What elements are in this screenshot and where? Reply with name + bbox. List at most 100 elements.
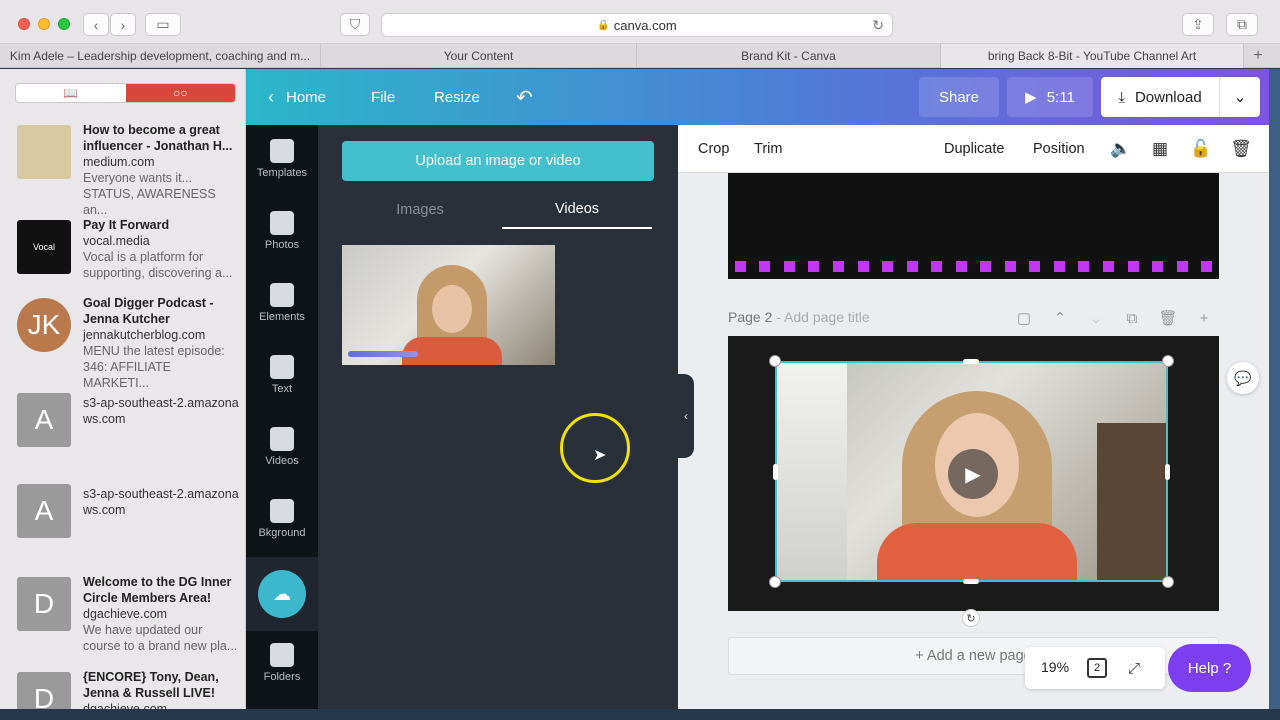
uploaded-video-thumbnail[interactable] [342, 245, 555, 365]
window-minimize-button[interactable] [38, 18, 50, 30]
help-button[interactable]: Help ? [1168, 644, 1251, 692]
resize-handle-left[interactable] [773, 464, 778, 480]
resize-handle-right[interactable] [1165, 464, 1170, 480]
home-button[interactable]: ‹ Home [268, 69, 326, 125]
download-label: Download [1134, 88, 1202, 106]
video-subject-face [432, 285, 472, 333]
back-button[interactable]: ‹ [83, 13, 109, 36]
rail-uploads[interactable]: ☁ [258, 570, 306, 618]
zoom-level[interactable]: 19% [1041, 659, 1069, 675]
resize-handle-bottom-left[interactable] [769, 576, 781, 588]
chevron-left-icon: ‹ [268, 86, 274, 107]
reading-list-item[interactable]: D Welcome to the DG Inner Circle Members… [17, 575, 242, 661]
video-play-button[interactable]: ▶ [948, 449, 998, 499]
collapse-panel-button[interactable]: ‹ [678, 374, 694, 458]
chevron-left-icon: ‹ [93, 16, 99, 33]
item-description: Everyone wants it... STATUS, AWARENESS a… [83, 171, 216, 217]
window-close-button[interactable] [18, 18, 30, 30]
letter-thumbnail: A [17, 393, 71, 447]
tab-videos[interactable]: Videos [502, 191, 652, 229]
tab-brand-kit[interactable]: Brand Kit - Canva [637, 44, 941, 68]
item-description: We have updated our course to a brand ne… [83, 623, 238, 653]
tab-images[interactable]: Images [345, 191, 495, 229]
bookmarks-segment[interactable]: 📖 [16, 84, 126, 102]
privacy-report-button[interactable]: ⛉ [340, 13, 370, 36]
download-button[interactable]: ⤓ Download [1101, 77, 1220, 117]
page-title-input[interactable]: - Add page title [772, 309, 869, 325]
folders-icon [270, 643, 294, 667]
video-window-bg [777, 363, 847, 580]
fullscreen-icon[interactable]: ⤢ [1123, 657, 1145, 679]
window-maximize-button[interactable] [58, 18, 70, 30]
resize-handle-bottom-right[interactable] [1162, 576, 1174, 588]
crop-button[interactable]: Crop [698, 125, 729, 173]
page-2-canvas[interactable]: ▶ [728, 336, 1219, 611]
volume-icon[interactable]: 🔈 [1109, 137, 1133, 161]
share-page-button[interactable]: ⇪ [1182, 13, 1214, 36]
undo-button[interactable]: ↶ [516, 69, 533, 125]
resize-handle-top-right[interactable] [1162, 355, 1174, 367]
sidebar-toggle-button[interactable]: ▭ [145, 13, 181, 36]
element-toolbar: Crop Trim Duplicate Position 🔈 ▦ 🔓 🗑 [678, 125, 1269, 173]
rail-templates[interactable]: Templates [246, 125, 318, 197]
home-label: Home [286, 88, 327, 106]
reading-list-item[interactable]: D {ENCORE} Tony, Dean, Jenna & Russell L… [17, 670, 242, 709]
forward-button[interactable]: › [110, 13, 136, 36]
rail-photos[interactable]: Photos [246, 197, 318, 269]
rail-videos[interactable]: Videos [246, 413, 318, 485]
new-tab-button[interactable]: + [1244, 44, 1272, 67]
duplicate-page-icon[interactable]: ⧉ [1123, 309, 1141, 327]
reading-list-segment[interactable]: ○○ [125, 84, 235, 102]
duplicate-button[interactable]: Duplicate [944, 125, 1004, 173]
resize-handle-bottom[interactable] [963, 579, 979, 584]
resize-handle-top-left[interactable] [769, 355, 781, 367]
tabs-icon: ⧉ [1237, 16, 1247, 32]
position-button[interactable]: Position [1033, 125, 1085, 173]
resize-button[interactable]: Resize [434, 69, 480, 125]
move-up-icon[interactable]: ⌃ [1051, 309, 1069, 327]
reload-icon[interactable]: ↻ [872, 17, 884, 34]
selected-video-element[interactable]: ▶ [775, 361, 1168, 582]
reading-list-item[interactable]: A s3-ap-southeast-2.amazonaws.com [17, 484, 242, 568]
add-comment-icon[interactable]: 💬 [1227, 362, 1259, 394]
add-page-icon[interactable]: + [1195, 309, 1213, 327]
letter-thumbnail: A [17, 484, 71, 538]
resize-handle-top[interactable] [963, 359, 979, 364]
lock-icon[interactable]: 🔓 [1189, 137, 1213, 161]
file-menu-button[interactable]: File [371, 69, 395, 125]
item-title: How to become a great influencer - Jonat… [83, 123, 233, 153]
item-source: s3-ap-southeast-2.amazonaws.com [83, 396, 239, 426]
book-icon: 📖 [63, 86, 79, 100]
page-number: Page 2 [728, 309, 773, 325]
reading-list-item[interactable]: How to become a great influencer - Jonat… [17, 123, 242, 217]
avatar: JK [17, 298, 71, 352]
rail-text[interactable]: Text [246, 341, 318, 413]
rotate-handle-icon[interactable]: ↻ [962, 609, 980, 627]
page-1-canvas[interactable] [728, 173, 1219, 279]
item-title: Pay It Forward [83, 218, 170, 232]
lock-icon: 🔒 [597, 19, 610, 31]
notes-icon[interactable]: ▢ [1015, 309, 1033, 327]
move-down-icon[interactable]: ⌄ [1087, 309, 1105, 327]
delete-page-icon[interactable]: 🗑 [1158, 309, 1177, 327]
upload-media-button[interactable]: Upload an image or video [342, 141, 654, 181]
tab-your-content[interactable]: Your Content [321, 44, 637, 68]
reading-list-item[interactable]: Vocal Pay It Forward vocal.media Vocal i… [17, 218, 242, 304]
tab-bring-back-8bit[interactable]: bring Back 8-Bit - YouTube Channel Art [941, 44, 1244, 68]
trash-icon[interactable]: 🗑 [1229, 137, 1253, 161]
present-button[interactable]: ▶ 5:11 [1007, 77, 1093, 117]
reading-list-item[interactable]: A s3-ap-southeast-2.amazonaws.com [17, 393, 242, 477]
reading-list-item[interactable]: JK Goal Digger Podcast - Jenna Kutcher j… [17, 296, 242, 390]
rail-folders[interactable]: Folders [246, 629, 318, 701]
tab-overview-button[interactable]: ⧉ [1226, 13, 1258, 36]
address-bar[interactable]: 🔒 canva.com ↻ [381, 13, 893, 37]
trim-button[interactable]: Trim [754, 125, 782, 173]
share-button[interactable]: Share [919, 77, 999, 117]
page-grid-button[interactable]: 2 [1087, 658, 1107, 678]
transparency-icon[interactable]: ▦ [1148, 137, 1172, 161]
download-options-button[interactable]: ⌄ [1220, 77, 1260, 117]
rail-background[interactable]: Bkground [246, 485, 318, 557]
tab-kim-adele[interactable]: Kim Adele – Leadership development, coac… [0, 44, 321, 68]
page-2-label[interactable]: Page 2 - Add page title [728, 309, 870, 325]
rail-elements[interactable]: Elements [246, 269, 318, 341]
